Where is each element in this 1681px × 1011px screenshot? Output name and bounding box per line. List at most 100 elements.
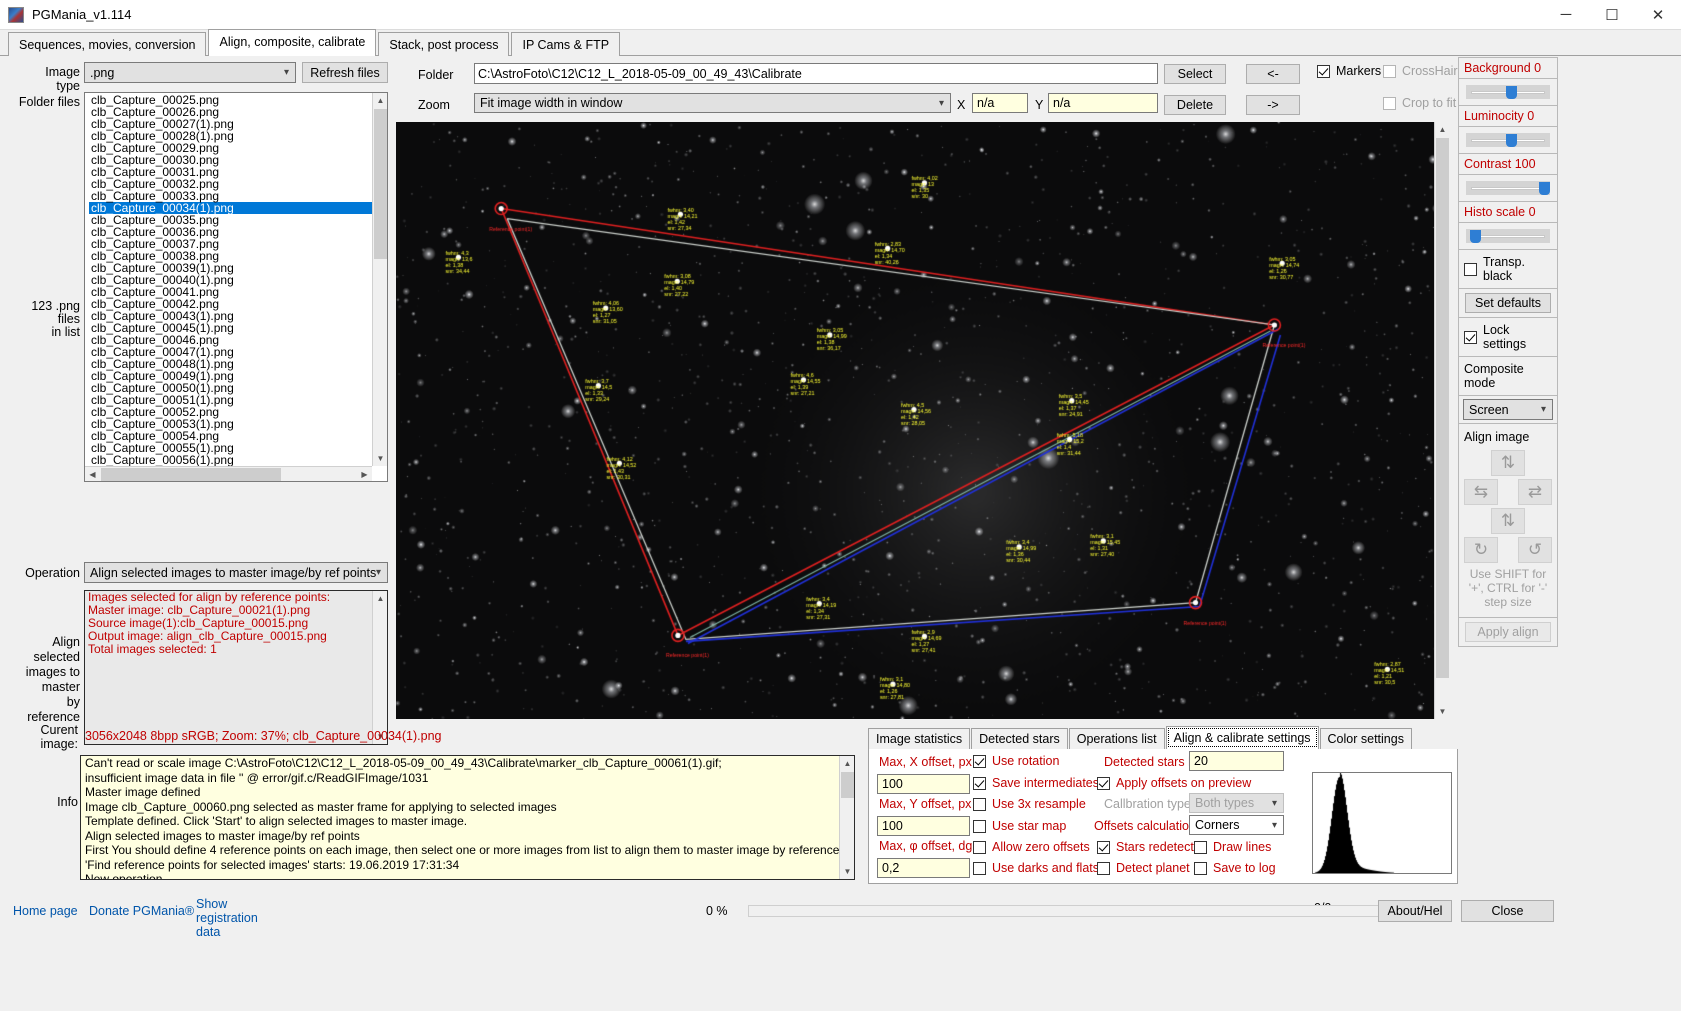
tab-ipcams[interactable]: IP Cams & FTP <box>511 32 620 56</box>
stars-redetect-checkbox[interactable]: Stars redetect <box>1097 840 1194 854</box>
slider-knob[interactable] <box>1470 230 1481 243</box>
donate-link[interactable]: Donate PGMania® <box>89 904 194 918</box>
contrast-slider-cell[interactable] <box>1458 174 1558 202</box>
histo-scale-slider-cell[interactable] <box>1458 222 1558 250</box>
use-star-map-checkbox[interactable]: Use star map <box>973 819 1066 833</box>
set-defaults-button[interactable]: Set defaults <box>1465 293 1551 313</box>
slider-knob[interactable] <box>1539 182 1550 195</box>
tab-sequences[interactable]: Sequences, movies, conversion <box>8 32 206 56</box>
set-defaults-cell[interactable]: Set defaults <box>1458 288 1558 318</box>
select-folder-button[interactable]: Select <box>1164 64 1226 84</box>
tab-color-settings[interactable]: Color settings <box>1320 728 1412 749</box>
show-registration-l1[interactable]: Show registration <box>196 897 258 925</box>
rotate-cw-button[interactable]: ↺ <box>1518 537 1552 563</box>
show-registration-l2[interactable]: data <box>196 925 286 939</box>
background-slider[interactable] <box>1466 85 1550 99</box>
close-window-button[interactable]: Close <box>1461 900 1554 922</box>
folder-path-input[interactable]: C:\AstroFoto\C12\C12_L_2018-05-09_00_49_… <box>474 63 1158 84</box>
detect-planet-checkbox[interactable]: Detect planet <box>1097 861 1190 875</box>
y-coordinate-input[interactable]: n/a <box>1048 93 1158 113</box>
scroll-up-icon[interactable]: ▲ <box>1435 122 1450 137</box>
align-right-left-button[interactable]: ⇄ <box>1518 479 1552 505</box>
max-phi-offset-input[interactable]: 0,2 <box>877 858 970 878</box>
info-panel[interactable]: Can't read or scale image C:\AstroFoto\C… <box>80 755 855 880</box>
tab-detected-stars[interactable]: Detected stars <box>971 728 1068 749</box>
checkbox-icon <box>1194 862 1207 875</box>
slider-knob[interactable] <box>1506 86 1517 99</box>
transp-black-checkbox[interactable]: Transp. black <box>1464 255 1552 283</box>
save-intermediates-checkbox[interactable]: Save intermediates <box>973 776 1099 790</box>
apply-offsets-on-preview-checkbox[interactable]: Apply offsets on preview <box>1097 776 1251 790</box>
scroll-up-icon[interactable]: ▲ <box>840 756 855 771</box>
horizontal-scroll-thumb[interactable] <box>101 468 281 481</box>
draw-lines-checkbox[interactable]: Draw lines <box>1194 840 1271 854</box>
tab-stack[interactable]: Stack, post process <box>378 32 509 56</box>
scroll-down-icon[interactable]: ▼ <box>840 864 855 879</box>
astro-image-canvas[interactable] <box>396 122 1448 719</box>
detected-stars-limit-input[interactable]: 20 <box>1189 751 1284 771</box>
max-y-offset-value: 100 <box>882 819 903 833</box>
use-3x-resample-checkbox[interactable]: Use 3x resample <box>973 797 1086 811</box>
transp-black-cell[interactable]: Transp. black <box>1458 249 1558 289</box>
align-down-up-button[interactable]: ⇅ <box>1491 450 1525 476</box>
luminocity-label: Luminocity 0 <box>1464 109 1552 123</box>
use-rotation-checkbox[interactable]: Use rotation <box>973 754 1059 768</box>
previous-image-button[interactable]: <- <box>1246 64 1300 84</box>
offsets-calculation-combo[interactable]: Corners ▾ <box>1189 815 1284 835</box>
minimize-button[interactable]: ─ <box>1543 0 1589 30</box>
tab-image-statistics[interactable]: Image statistics <box>868 728 970 749</box>
slider-knob[interactable] <box>1506 134 1517 147</box>
zoom-combo[interactable]: Fit image width in window ▾ <box>474 93 951 113</box>
luminocity-slider[interactable] <box>1466 133 1550 147</box>
contrast-slider[interactable] <box>1466 181 1550 195</box>
maximize-button[interactable]: ☐ <box>1589 0 1635 30</box>
composite-mode-combo[interactable]: Screen ▾ <box>1463 399 1553 420</box>
max-y-offset-input[interactable]: 100 <box>877 816 970 836</box>
preview-vertical-scrollbar[interactable]: ▲ ▼ <box>1434 122 1449 719</box>
refresh-files-button[interactable]: Refresh files <box>302 62 388 83</box>
align-left-right-button[interactable]: ⇆ <box>1464 479 1498 505</box>
lock-settings-cell[interactable]: Lock settings <box>1458 317 1558 357</box>
folder-files-list[interactable]: clb_Capture_00025.pngclb_Capture_00026.p… <box>84 92 388 482</box>
scroll-down-icon[interactable]: ▼ <box>373 451 388 466</box>
scroll-left-icon[interactable]: ◀ <box>85 467 100 482</box>
scroll-right-icon[interactable]: ▶ <box>357 467 372 482</box>
background-slider-cell[interactable] <box>1458 78 1558 106</box>
info-scrollbar[interactable]: ▲ ▼ <box>839 756 854 879</box>
scroll-down-icon[interactable]: ▼ <box>1435 704 1450 719</box>
scroll-up-icon[interactable]: ▲ <box>373 591 388 606</box>
save-to-log-checkbox[interactable]: Save to log <box>1194 861 1276 875</box>
tab-operations-list[interactable]: Operations list <box>1069 728 1165 749</box>
tab-align-calibrate-settings[interactable]: Align & calibrate settings <box>1166 726 1319 749</box>
tab-align[interactable]: Align, composite, calibrate <box>208 29 376 56</box>
image-type-combo[interactable]: .png ▾ <box>84 62 296 83</box>
markers-checkbox[interactable]: Markers <box>1317 64 1381 78</box>
align-up-down-button[interactable]: ⇅ <box>1491 508 1525 534</box>
luminocity-slider-cell[interactable] <box>1458 126 1558 154</box>
image-preview[interactable] <box>396 122 1448 719</box>
scroll-up-icon[interactable]: ▲ <box>373 93 388 108</box>
filelist-horizontal-scrollbar[interactable]: ◀ ▶ <box>85 466 372 481</box>
x-coordinate-input[interactable]: n/a <box>972 93 1028 113</box>
stars-redetect-label: Stars redetect <box>1116 840 1194 854</box>
vertical-scroll-thumb[interactable] <box>374 109 387 259</box>
lock-settings-checkbox[interactable]: Lock settings <box>1464 323 1552 351</box>
use-darks-and-flats-checkbox[interactable]: Use darks and flats <box>973 861 1099 875</box>
histo-scale-slider[interactable] <box>1466 229 1550 243</box>
operation-combo[interactable]: Align selected images to master image/by… <box>84 562 388 583</box>
rotate-ccw-button[interactable]: ↻ <box>1464 537 1498 563</box>
preview-scroll-thumb[interactable] <box>1436 138 1449 678</box>
close-icon[interactable]: ✕ <box>1635 0 1681 30</box>
align-log-scrollbar[interactable]: ▲ ▼ <box>372 591 387 744</box>
info-scroll-thumb[interactable] <box>841 772 854 798</box>
composite-mode-combo-cell[interactable]: Screen ▾ <box>1458 395 1558 424</box>
max-x-offset-input[interactable]: 100 <box>877 774 970 794</box>
show-registration-data-link[interactable]: Show registration data <box>196 897 286 939</box>
filelist-vertical-scrollbar[interactable]: ▲ ▼ <box>372 93 387 466</box>
allow-zero-offsets-checkbox[interactable]: Allow zero offsets <box>973 840 1090 854</box>
chevron-down-icon: ▾ <box>1272 820 1277 831</box>
delete-button[interactable]: Delete <box>1164 95 1226 115</box>
home-page-link[interactable]: Home page <box>13 904 78 918</box>
next-image-button[interactable]: -> <box>1246 95 1300 115</box>
about-help-button[interactable]: About/Hel <box>1378 900 1452 922</box>
